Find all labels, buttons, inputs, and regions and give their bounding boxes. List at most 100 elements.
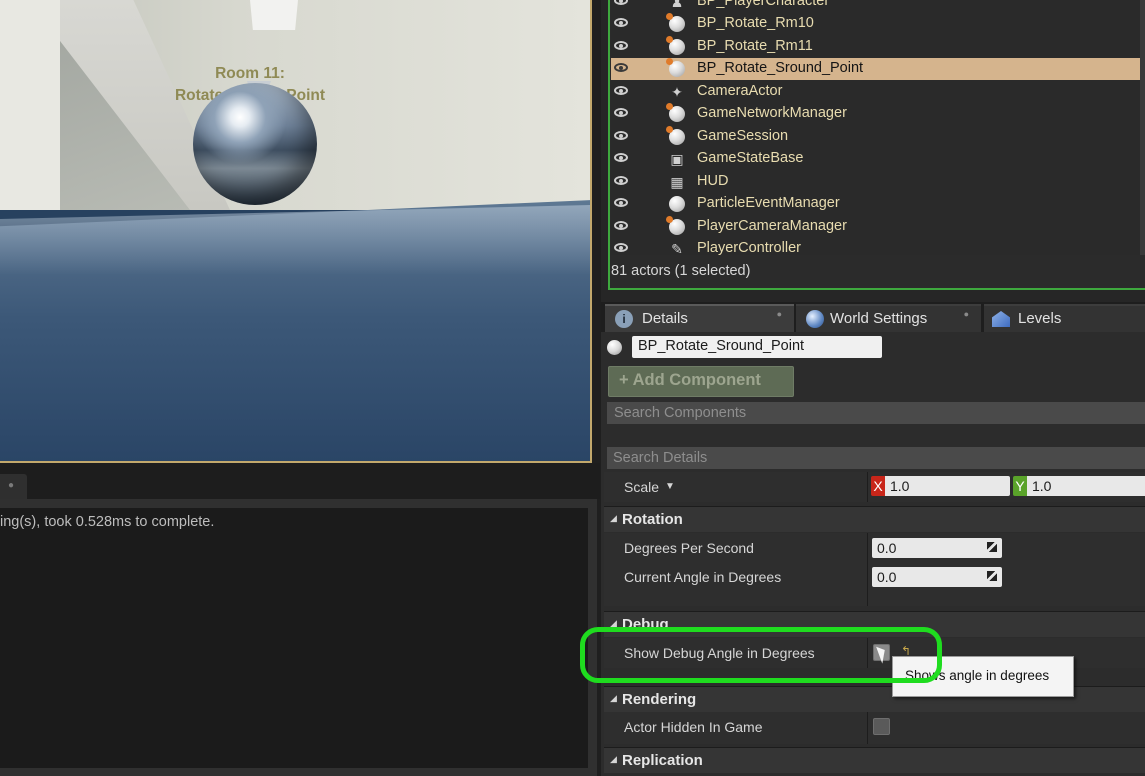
- output-log-text-area[interactable]: [0, 508, 588, 768]
- add-component-button[interactable]: + Add Component: [608, 366, 794, 397]
- eye-icon[interactable]: [614, 0, 628, 5]
- outliner-row[interactable]: ✎ PlayerController: [611, 238, 1145, 255]
- outliner-scrollbar[interactable]: [1140, 0, 1145, 255]
- viewport-wall-edge: [0, 0, 60, 210]
- property-label: Degrees Per Second: [624, 540, 754, 556]
- globe-icon: [806, 310, 824, 328]
- field-value: 0.0: [877, 569, 897, 585]
- log-tab-bar: [0, 463, 600, 499]
- category-title: Rotation: [622, 511, 683, 528]
- outliner-item-label: CameraActor: [697, 83, 783, 99]
- eye-icon[interactable]: [614, 86, 628, 95]
- blueprint-actor-icon: [666, 36, 685, 55]
- tab-levels[interactable]: Levels: [984, 304, 1145, 332]
- category-title: Replication: [622, 752, 703, 769]
- scale-label: Scale: [624, 479, 660, 495]
- collapse-arrow-icon: ◢: [610, 754, 617, 764]
- search-components-input[interactable]: Search Components: [607, 402, 1145, 424]
- column-splitter[interactable]: [867, 472, 868, 502]
- close-icon[interactable]: ●: [777, 309, 782, 319]
- field-value: 0.0: [877, 540, 897, 556]
- outliner-item-label: GameSession: [697, 128, 789, 144]
- spin-drag-icon[interactable]: [987, 571, 997, 581]
- actor-name-field[interactable]: BP_Rotate_Sround_Point: [632, 336, 882, 358]
- outliner-item-label: BP_Rotate_Sround_Point: [697, 60, 864, 76]
- outliner-list[interactable]: ♟ BP_PlayerCharacter BP_Rotate_Rm10 BP_R…: [611, 0, 1145, 255]
- property-label: Show Debug Angle in Degrees: [624, 645, 815, 661]
- blueprint-actor-icon: [666, 216, 685, 235]
- outliner-item-label: PlayerController: [697, 240, 801, 255]
- eye-icon[interactable]: [614, 198, 628, 207]
- outliner-row[interactable]: ♟ BP_PlayerCharacter: [611, 0, 1145, 13]
- eye-icon[interactable]: [614, 221, 628, 230]
- eye-icon[interactable]: [614, 41, 628, 50]
- outliner-row[interactable]: ▣ GameStateBase: [611, 148, 1145, 170]
- player-controller-icon: ✎: [671, 241, 683, 255]
- actor-icon: [607, 340, 622, 355]
- viewport-floor-highlight: [0, 205, 590, 275]
- search-details-input[interactable]: Search Details: [607, 447, 1145, 469]
- column-splitter[interactable]: [867, 638, 868, 668]
- close-icon[interactable]: ●: [8, 480, 14, 491]
- outliner-actor-count: 81 actors (1 selected): [611, 263, 751, 279]
- outliner-item-label: ParticleEventManager: [697, 195, 840, 211]
- eye-icon[interactable]: [614, 243, 628, 252]
- category-replication[interactable]: ◢ Replication: [604, 747, 1145, 773]
- viewport-ceiling-light: [250, 0, 298, 30]
- outliner-row[interactable]: ParticleEventManager: [611, 193, 1145, 215]
- levels-icon: [992, 311, 1010, 327]
- tab-details[interactable]: i Details ●: [605, 304, 794, 332]
- outliner-item-label: BP_PlayerCharacter: [697, 0, 830, 9]
- outliner-item-label: BP_Rotate_Rm11: [697, 38, 813, 54]
- outliner-row[interactable]: GameSession: [611, 126, 1145, 148]
- property-label: Current Angle in Degrees: [624, 569, 782, 585]
- outliner-row[interactable]: ▦ HUD: [611, 171, 1145, 193]
- chrome-sphere-actor[interactable]: [193, 83, 317, 205]
- current-angle-input[interactable]: 0.0: [872, 567, 1002, 587]
- degrees-per-second-input[interactable]: 0.0: [872, 538, 1002, 558]
- close-icon[interactable]: ●: [964, 309, 969, 319]
- outliner-row[interactable]: BP_Rotate_Rm11: [611, 36, 1145, 58]
- collapse-arrow-icon: ◢: [610, 693, 617, 703]
- scale-y-input[interactable]: 1.0: [1027, 476, 1145, 496]
- column-splitter[interactable]: [867, 712, 868, 744]
- tab-label: World Settings: [830, 310, 928, 327]
- x-axis-tag: X: [871, 476, 885, 496]
- eye-icon[interactable]: [614, 63, 628, 72]
- tab-label: Details: [642, 310, 688, 327]
- log-line: ing(s), took 0.528ms to complete.: [0, 514, 215, 530]
- category-rotation[interactable]: ◢ Rotation: [604, 506, 1145, 532]
- eye-icon[interactable]: [614, 153, 628, 162]
- outliner-item-label: PlayerCameraManager: [697, 218, 847, 234]
- outliner-row[interactable]: BP_Rotate_Rm10: [611, 13, 1145, 35]
- eye-icon[interactable]: [614, 108, 628, 117]
- outliner-item-label: HUD: [697, 173, 729, 189]
- outliner-row-selected[interactable]: BP_Rotate_Sround_Point: [611, 58, 1145, 80]
- scale-x-input[interactable]: 1.0: [885, 476, 1010, 496]
- blueprint-actor-icon: [666, 58, 685, 77]
- log-tab[interactable]: ●: [0, 474, 27, 499]
- category-debug[interactable]: ◢ Debug: [604, 611, 1145, 637]
- category-title: Debug: [622, 616, 669, 633]
- y-axis-tag: Y: [1013, 476, 1027, 496]
- spin-drag-icon[interactable]: [987, 542, 997, 552]
- actor-hidden-checkbox[interactable]: [873, 718, 890, 735]
- chevron-down-icon[interactable]: ▼: [665, 481, 675, 492]
- outliner-item-label: BP_Rotate_Rm10: [697, 15, 814, 31]
- column-splitter[interactable]: [867, 533, 868, 563]
- eye-icon[interactable]: [614, 131, 628, 140]
- eye-icon[interactable]: [614, 18, 628, 27]
- collapse-arrow-icon: ◢: [610, 513, 617, 523]
- outliner-row[interactable]: PlayerCameraManager: [611, 216, 1145, 238]
- outliner-row[interactable]: ✦ CameraActor: [611, 81, 1145, 103]
- tab-world-settings[interactable]: World Settings ●: [796, 304, 981, 332]
- camera-icon: ✦: [671, 84, 683, 100]
- outliner-row[interactable]: GameNetworkManager: [611, 103, 1145, 125]
- level-viewport[interactable]: Room 11: Rotate Around Point: [0, 0, 592, 463]
- category-title: Rendering: [622, 691, 697, 708]
- eye-icon[interactable]: [614, 176, 628, 185]
- game-state-icon: ▣: [670, 151, 684, 167]
- column-splitter[interactable]: [867, 562, 868, 606]
- component-tree[interactable]: [607, 428, 1145, 436]
- outliner-item-label: GameStateBase: [697, 150, 804, 166]
